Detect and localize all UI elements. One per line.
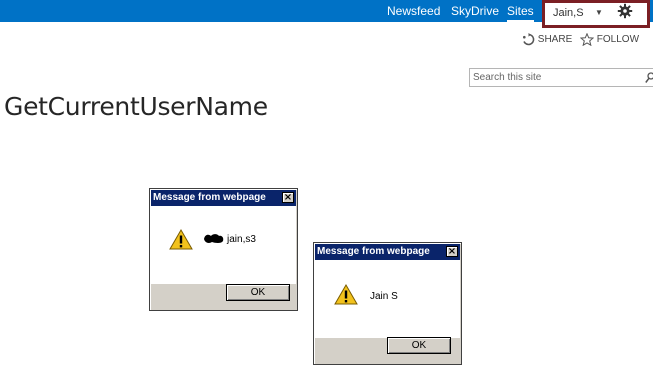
dialog-title: Message from webpage — [153, 192, 266, 203]
close-icon[interactable]: × — [446, 246, 458, 257]
gear-icon[interactable] — [617, 3, 633, 19]
share-button[interactable]: SHARE — [522, 33, 572, 46]
close-icon[interactable]: × — [282, 192, 294, 203]
search-icon[interactable] — [645, 72, 653, 84]
dialog-title: Message from webpage — [317, 246, 430, 257]
dialog-titlebar[interactable]: Message from webpage × — [151, 190, 296, 206]
nav-link-sites[interactable]: Sites — [507, 4, 534, 22]
dialog-message: Jain S — [370, 291, 398, 302]
dialog-body: Jain S — [315, 260, 460, 338]
redaction-mark — [204, 234, 224, 243]
nav-link-skydrive[interactable]: SkyDrive — [451, 4, 499, 18]
ok-button[interactable]: OK — [387, 337, 451, 354]
search-box — [469, 68, 653, 87]
ok-button[interactable]: OK — [226, 284, 290, 301]
user-menu[interactable]: Jain,S ▼ — [542, 0, 650, 28]
warning-icon — [334, 284, 358, 305]
follow-button[interactable]: FOLLOW — [579, 32, 640, 47]
chevron-down-icon[interactable]: ▼ — [595, 6, 603, 20]
dialog-body: jain,s3 — [151, 206, 296, 284]
warning-icon — [169, 229, 193, 250]
dialog-titlebar[interactable]: Message from webpage × — [315, 244, 460, 260]
alert-dialog: Message from webpage × Jain S OK — [313, 242, 462, 365]
dialog-message: jain,s3 — [227, 234, 256, 245]
follow-label: FOLLOW — [596, 34, 640, 46]
share-icon — [523, 33, 535, 46]
share-label: SHARE — [537, 34, 573, 46]
nav-link-newsfeed[interactable]: Newsfeed — [387, 4, 440, 18]
page-title: GetCurrentUserName — [4, 92, 268, 121]
star-icon — [579, 32, 595, 47]
search-input[interactable] — [473, 70, 633, 85]
alert-dialog: Message from webpage × jain,s3 OK — [149, 188, 298, 311]
user-name: Jain,S — [553, 7, 584, 19]
